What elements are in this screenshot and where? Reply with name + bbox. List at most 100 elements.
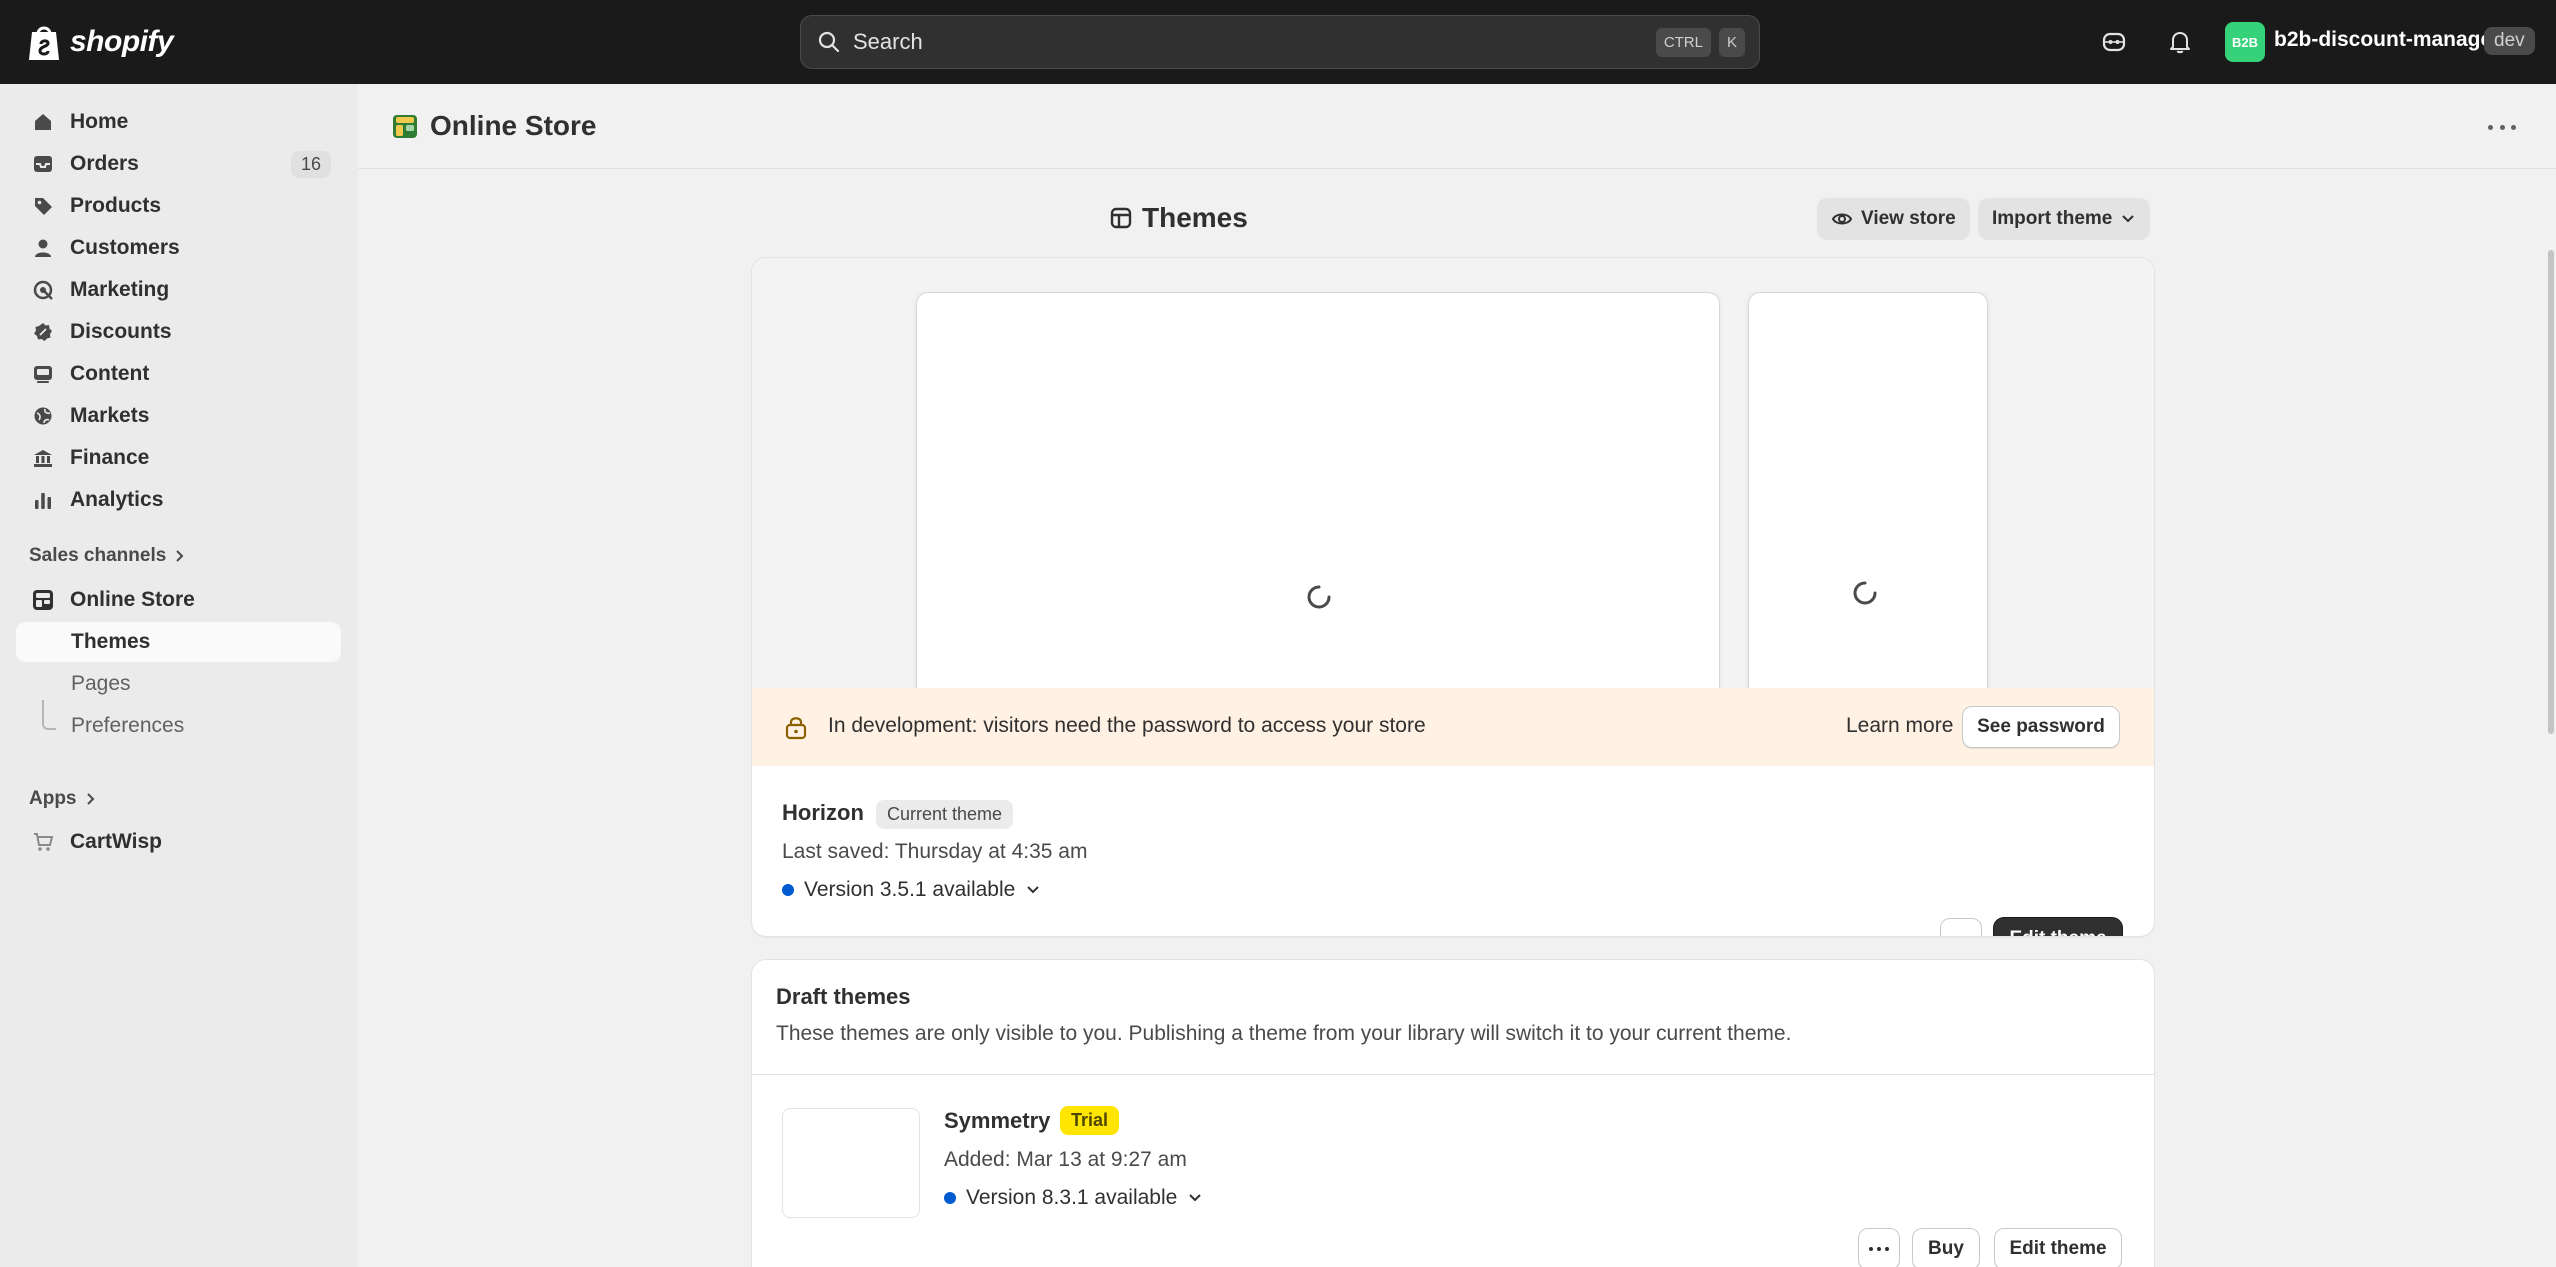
page-header: Online Store xyxy=(358,84,2556,169)
inbox-icon xyxy=(30,151,56,177)
import-theme-label: Import theme xyxy=(1992,208,2113,229)
chevron-right-icon xyxy=(176,550,184,562)
edit-theme-label: Edit theme xyxy=(2009,1238,2107,1259)
scrollbar[interactable] xyxy=(2546,170,2556,1267)
current-theme-card: In development: visitors need the passwo… xyxy=(752,258,2154,936)
store-name[interactable]: b2b-discount-manager xyxy=(2274,28,2500,52)
sidebar-item-markets[interactable]: Markets xyxy=(16,396,341,436)
draft-themes-description: These themes are only visible to you. Pu… xyxy=(776,1022,1792,1045)
desktop-preview-frame xyxy=(916,292,1720,688)
sidebar-subitem-themes[interactable]: Themes xyxy=(16,622,341,662)
page-title-text: Online Store xyxy=(430,110,597,141)
sidekick-icon[interactable] xyxy=(2098,26,2130,58)
sidebar-subitem-label: Themes xyxy=(71,630,151,653)
view-store-label: View store xyxy=(1861,208,1956,229)
chevron-down-icon xyxy=(1027,886,1040,894)
sidebar-item-label: Products xyxy=(70,194,162,217)
sidebar-item-label: CartWisp xyxy=(70,830,162,853)
apps-label: Apps xyxy=(29,788,77,809)
sidebar-subitem-preferences[interactable]: Preferences xyxy=(16,706,341,746)
sidebar-item-marketing[interactable]: Marketing xyxy=(16,270,341,310)
image-icon xyxy=(30,361,56,387)
sidebar-item-label: Analytics xyxy=(70,488,164,511)
shopify-bag-icon xyxy=(29,26,59,60)
sidebar-item-analytics[interactable]: Analytics xyxy=(16,480,341,520)
sidebar-item-home[interactable]: Home xyxy=(16,102,341,142)
shopify-logo[interactable]: shopify xyxy=(26,20,174,64)
view-store-button[interactable]: View store xyxy=(1817,198,1970,240)
symmetry-thumbnail[interactable] xyxy=(782,1108,920,1218)
scroll-thumb[interactable] xyxy=(2548,250,2554,734)
sidebar-item-cartwisp[interactable]: CartWisp xyxy=(16,822,341,862)
sidebar-subitem-label: Pages xyxy=(71,672,131,695)
development-banner-text: In development: visitors need the passwo… xyxy=(828,714,1426,737)
current-theme-more-button[interactable] xyxy=(1940,918,1982,936)
chart-icon xyxy=(30,487,56,513)
learn-more-link[interactable]: Learn more xyxy=(1846,714,1953,738)
import-theme-button[interactable]: Import theme xyxy=(1978,198,2151,240)
theme-icon xyxy=(1110,207,1132,229)
sidebar-subitem-label: Preferences xyxy=(71,714,185,737)
sidebar-subitem-pages[interactable]: Pages xyxy=(16,664,341,704)
current-theme-badge: Current theme xyxy=(876,800,1014,829)
sidekick-glyph-icon xyxy=(2102,32,2126,52)
edit-draft-theme-button[interactable]: Edit theme xyxy=(1994,1228,2122,1267)
sidebar-item-online-store[interactable]: Online Store xyxy=(16,580,341,620)
themes-heading: Themes xyxy=(1110,202,1248,234)
draft-version-dropdown[interactable]: Version 8.3.1 available xyxy=(944,1186,1203,1210)
page-more-actions-icon[interactable] xyxy=(2488,118,2516,136)
sidebar-item-label: Content xyxy=(70,362,150,385)
sidebar-item-label: Online Store xyxy=(70,588,195,611)
notifications-bell-icon[interactable] xyxy=(2164,26,2196,58)
draft-themes-card: Draft themes These themes are only visib… xyxy=(752,960,2154,1267)
sidebar-item-products[interactable]: Products xyxy=(16,186,341,226)
person-icon xyxy=(30,235,56,261)
sidebar: Home Orders 16 Products Customers Market… xyxy=(0,84,358,1267)
cart-icon xyxy=(30,829,56,855)
buy-theme-button[interactable]: Buy xyxy=(1912,1228,1980,1267)
dev-badge: dev xyxy=(2484,27,2535,55)
storefront-icon xyxy=(30,587,56,613)
shortcut-key: K xyxy=(1718,27,1745,57)
discount-icon xyxy=(30,319,56,345)
orders-count-badge: 16 xyxy=(290,151,331,178)
chevron-right-icon xyxy=(86,793,94,805)
bell-icon xyxy=(2170,32,2190,54)
search-bar[interactable]: Search CTRL K xyxy=(800,15,1760,69)
sidebar-item-discounts[interactable]: Discounts xyxy=(16,312,341,352)
edit-current-theme-button[interactable]: Edit theme xyxy=(1994,918,2122,936)
chevron-down-icon xyxy=(2122,215,2135,223)
sales-channels-label: Sales channels xyxy=(29,545,167,566)
sales-channels-header[interactable]: Sales channels xyxy=(29,545,186,567)
apps-header[interactable]: Apps xyxy=(29,788,97,810)
sidebar-item-label: Home xyxy=(70,110,129,133)
target-icon xyxy=(30,277,56,303)
loading-spinner-icon xyxy=(1307,585,1331,609)
mobile-preview-frame xyxy=(1748,292,1988,688)
globe-icon xyxy=(30,403,56,429)
store-avatar[interactable]: B2B xyxy=(2225,22,2265,62)
divider xyxy=(752,1074,2154,1075)
draft-added-text: Added: Mar 13 at 9:27 am xyxy=(944,1148,1187,1171)
draft-theme-more-button[interactable] xyxy=(1858,1228,1900,1267)
see-password-button[interactable]: See password xyxy=(1962,706,2120,748)
draft-themes-title: Draft themes xyxy=(776,984,911,1009)
current-version-dropdown[interactable]: Version 3.5.1 available xyxy=(782,878,1041,902)
home-icon xyxy=(30,109,56,135)
main-content: Online Store Themes View store Import th… xyxy=(358,84,2556,1267)
sidebar-item-finance[interactable]: Finance xyxy=(16,438,341,478)
loading-spinner-icon xyxy=(1853,581,1877,605)
draft-theme-name: Symmetry xyxy=(944,1108,1051,1133)
shortcut-ctrl: CTRL xyxy=(1655,27,1711,57)
sidebar-item-content[interactable]: Content xyxy=(16,354,341,394)
chevron-down-icon xyxy=(1189,1194,1202,1202)
buy-label: Buy xyxy=(1928,1238,1964,1259)
sidebar-item-customers[interactable]: Customers xyxy=(16,228,341,268)
see-password-label: See password xyxy=(1977,716,2105,737)
logo-text: shopify xyxy=(70,25,174,58)
theme-preview[interactable] xyxy=(752,258,2154,688)
version-text: Version 8.3.1 available xyxy=(966,1186,1178,1209)
sidebar-item-orders[interactable]: Orders 16 xyxy=(16,144,341,184)
bank-icon xyxy=(30,445,56,471)
sidebar-item-label: Finance xyxy=(70,446,150,469)
